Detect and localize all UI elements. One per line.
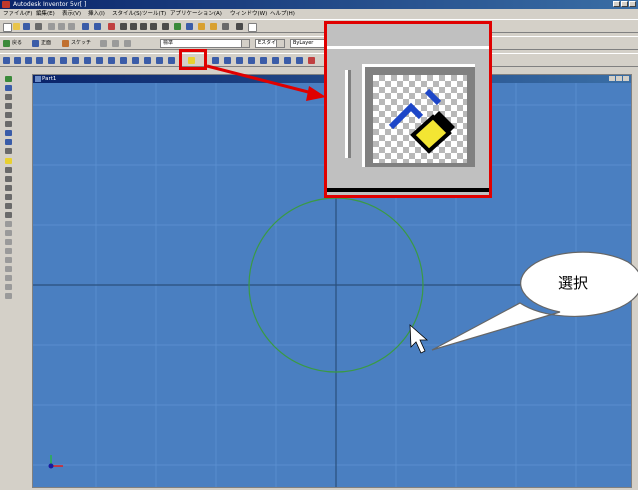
- zoom-separator: [345, 70, 348, 158]
- zoomed-select-button: [362, 64, 475, 167]
- pointer-arrow-shaft: [206, 64, 317, 96]
- status-bar: [0, 490, 638, 500]
- callout-bubble: [431, 251, 638, 351]
- zoomed-button-panel: [324, 21, 492, 198]
- zoom-top-strip: [327, 24, 489, 49]
- zoom-bottom-bar: [327, 188, 489, 192]
- pointer-arrow-head: [306, 86, 326, 101]
- select-tool-glyph: [388, 88, 455, 154]
- callout-label: 選択: [558, 274, 589, 292]
- annotation-layer: [206, 64, 638, 354]
- zoom-checker: [373, 75, 467, 163]
- cursor-arrow-icon: [409, 324, 429, 354]
